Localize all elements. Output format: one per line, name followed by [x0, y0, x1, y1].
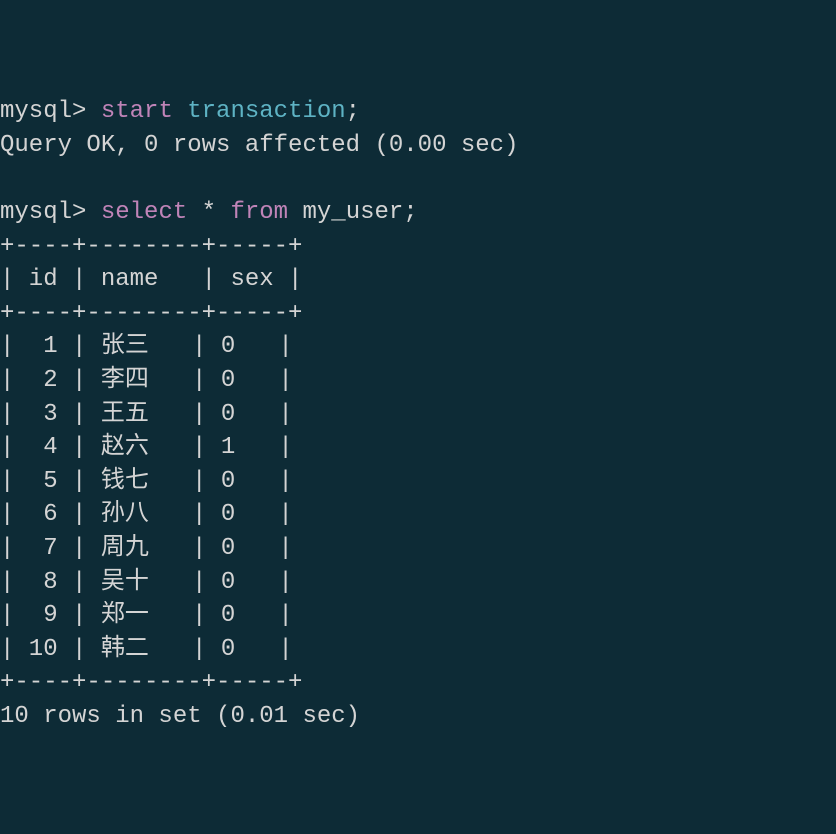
table-row: | 7 | 周九 | 0 | — [0, 532, 836, 566]
star-operator: * — [187, 199, 230, 226]
table-row: | 4 | 赵六 | 1 | — [0, 431, 836, 465]
mysql-prompt: mysql> — [0, 199, 101, 226]
semicolon: ; — [346, 98, 360, 125]
table-row: | 10 | 韩二 | 0 | — [0, 633, 836, 667]
table-border-top: +----+--------+-----+ — [0, 230, 836, 264]
query-result-2: 10 rows in set (0.01 sec) — [0, 700, 836, 734]
table-row: | 6 | 孙八 | 0 | — [0, 498, 836, 532]
table-name: my_user — [288, 199, 403, 226]
table-row: | 8 | 吴十 | 0 | — [0, 566, 836, 600]
semicolon: ; — [403, 199, 417, 226]
prompt-line-1[interactable]: mysql> start transaction; — [0, 95, 836, 129]
table-row: | 2 | 李四 | 0 | — [0, 364, 836, 398]
blank-line — [0, 162, 836, 196]
table-border-bottom: +----+--------+-----+ — [0, 666, 836, 700]
query-result-1: Query OK, 0 rows affected (0.00 sec) — [0, 129, 836, 163]
table-border-mid: +----+--------+-----+ — [0, 297, 836, 331]
table-row: | 3 | 王五 | 0 | — [0, 398, 836, 432]
keyword-transaction: transaction — [173, 98, 346, 125]
table-row: | 5 | 钱七 | 0 | — [0, 465, 836, 499]
prompt-line-2[interactable]: mysql> select * from my_user; — [0, 196, 836, 230]
table-row: | 1 | 张三 | 0 | — [0, 330, 836, 364]
keyword-start: start — [101, 98, 173, 125]
keyword-select: select — [101, 199, 187, 226]
keyword-from: from — [230, 199, 288, 226]
mysql-prompt: mysql> — [0, 98, 101, 125]
terminal-output: mysql> start transaction;Query OK, 0 row… — [0, 67, 836, 733]
table-row: | 9 | 郑一 | 0 | — [0, 599, 836, 633]
table-header: | id | name | sex | — [0, 263, 836, 297]
